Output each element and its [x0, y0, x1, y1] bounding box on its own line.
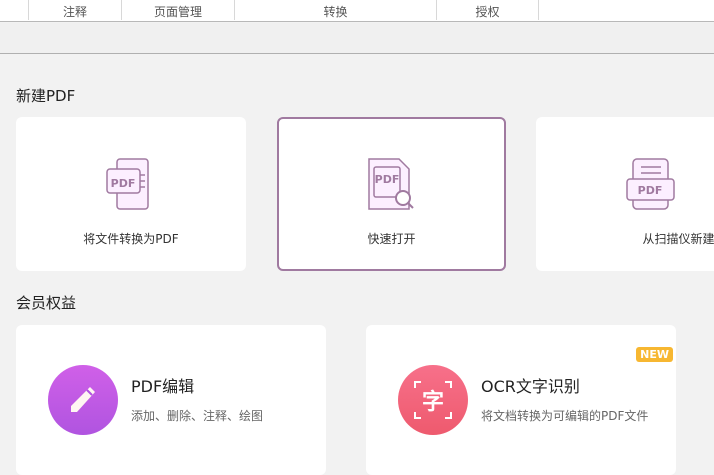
card-title: OCR文字识别: [481, 377, 580, 396]
member-heading: 会员权益: [16, 294, 77, 312]
ribbon-group-left: [0, 0, 29, 20]
ribbon-group-page-manage[interactable]: 页面管理: [122, 0, 235, 20]
new-pdf-heading: 新建PDF: [16, 87, 76, 105]
pdf-scanner-icon: PDF: [626, 158, 675, 210]
toolbar-strip: [0, 23, 714, 54]
card-label: 从扫描仪新建: [642, 232, 714, 246]
ribbon-group-annotate[interactable]: 注释: [29, 0, 122, 20]
svg-text:PDF: PDF: [638, 184, 663, 197]
ribbon-group-license[interactable]: 授权: [437, 0, 539, 20]
card-title: PDF编辑: [131, 377, 195, 396]
new-badge: NEW: [636, 347, 673, 362]
card-ocr[interactable]: 字 OCR文字识别 将文档转换为可编辑的PDF文件 NEW: [366, 325, 676, 475]
svg-text:PDF: PDF: [374, 173, 399, 186]
svg-text:PDF: PDF: [111, 177, 136, 190]
ribbon: 注释 页面管理 转换 授权: [0, 0, 714, 22]
card-from-scanner[interactable]: PDF 从扫描仪新建: [536, 117, 714, 271]
ribbon-group-convert[interactable]: 转换: [235, 0, 437, 20]
card-subtitle: 将文档转换为可编辑的PDF文件: [481, 409, 649, 423]
card-subtitle: 添加、删除、注释、绘图: [131, 409, 264, 423]
card-label: 快速打开: [367, 232, 416, 246]
card-pdf-edit[interactable]: PDF编辑 添加、删除、注释、绘图: [16, 325, 326, 475]
pdf-search-icon: PDF: [367, 158, 414, 210]
pencil-icon: [48, 365, 118, 435]
pdf-convert-icon: PDF: [106, 158, 149, 210]
card-quick-open[interactable]: PDF 快速打开: [277, 117, 506, 271]
card-label: 将文件转换为PDF: [83, 232, 179, 246]
ocr-char-icon: 字: [398, 365, 468, 435]
card-convert-to-pdf[interactable]: PDF 将文件转换为PDF: [16, 117, 246, 271]
